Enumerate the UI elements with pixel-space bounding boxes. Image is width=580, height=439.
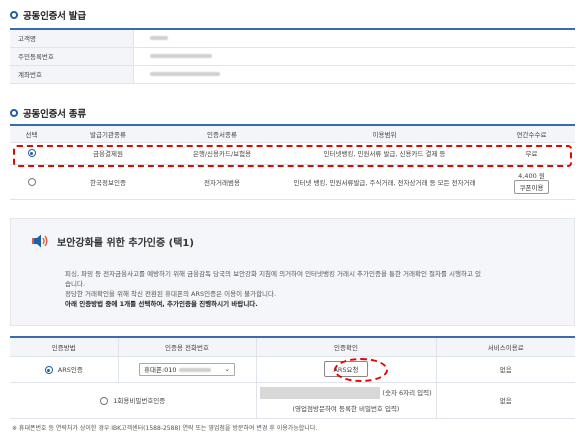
footnote: ※ 휴대폰번호 등 연락처가 상이한 경우 IBK고객센터(1588-2588)… <box>12 425 318 432</box>
table-header-row: 인증방법 인증용 전화번호 인증확인 서비스이용료 <box>10 337 575 357</box>
col-agency: 발급기관종류 <box>53 125 163 143</box>
ars-request-button[interactable]: ARS요청 <box>324 361 368 377</box>
col-service-fee: 서비스이용료 <box>436 337 575 357</box>
fee-cell: 무료 <box>488 142 575 165</box>
phone-select-value: 휴대폰:010 <box>144 364 211 374</box>
customer-name-value <box>133 29 575 48</box>
ars-radio[interactable] <box>44 366 53 374</box>
phone-select[interactable]: 휴대폰:010 ⌄ <box>139 362 235 376</box>
fee-amount: 4,400 원 <box>518 171 545 180</box>
issue-section-title: 공동인증서 발급 <box>10 8 86 22</box>
otp-fee-cell: 없음 <box>436 382 575 419</box>
col-cert-type: 인증서종류 <box>163 125 281 143</box>
table-row: 계좌번호 <box>10 65 575 84</box>
scope-cell: 인터넷뱅킹, 민원서류 발급, 신용카드 결제 등 <box>281 142 488 165</box>
masked-value <box>149 54 212 58</box>
table-row: ARS인증 휴대폰:010 ⌄ ARS요청 없음 <box>10 356 575 383</box>
bullet-icon <box>10 109 18 117</box>
agency-cell: 한국정보인증 <box>53 164 163 200</box>
cert-section-title: 공동인증서 종류 <box>10 106 86 120</box>
resident-number-label: 주민등록번호 <box>10 47 134 66</box>
cert-type-table: 선택 발급기관종류 인증서종류 이용범위 연간수수료 금융결제원 은행/신용카드… <box>10 124 575 200</box>
customer-name-label: 고객명 <box>10 29 134 48</box>
otp-method-cell[interactable]: 1회용비밀번호인증 <box>10 382 257 419</box>
cert-type-cell: 은행/신용카드/보험용 <box>163 142 281 165</box>
table-header-row: 선택 발급기관종류 인증서종류 이용범위 연간수수료 <box>10 125 575 143</box>
table-row: 1회용비밀번호인증 (숫자 6자리 입력) (영업점방문하여 등록한 비밀번호 … <box>10 382 575 419</box>
kica-radio[interactable] <box>27 177 36 186</box>
additional-auth-title: 보안강화를 위한 추가인증 (택1) <box>29 233 194 249</box>
masked-value <box>149 72 220 76</box>
col-scope: 이용범위 <box>281 125 488 143</box>
otp-hint: (숫자 6자리 입력) <box>382 389 432 397</box>
account-number-label: 계좌번호 <box>10 65 134 84</box>
customer-info-table: 고객명 주민등록번호 계좌번호 <box>10 28 575 84</box>
col-fee: 연간수수료 <box>488 125 575 143</box>
col-confirm: 인증확인 <box>256 337 437 357</box>
otp-hint-2: (영업점방문하여 등록한 비밀번호 입력) <box>292 405 400 413</box>
table-row: 주민등록번호 <box>10 47 575 66</box>
phone-cell: 휴대폰:010 ⌄ <box>118 356 257 383</box>
table-row[interactable]: 금융결제원 은행/신용카드/보험용 인터넷뱅킹, 민원서류 발급, 신용카드 결… <box>10 142 575 165</box>
table-row: 고객명 <box>10 29 575 48</box>
kftc-radio[interactable] <box>27 149 36 157</box>
additional-auth-box: 보안강화를 위한 추가인증 (택1) 피싱, 파밍 등 전자금융사고를 예방하기… <box>10 218 575 326</box>
resident-number-value <box>133 47 575 66</box>
speaker-icon <box>32 234 48 248</box>
otp-radio[interactable] <box>100 397 109 405</box>
additional-auth-description: 피싱, 파밍 등 전자금융사고를 예방하기 위해 금융감독 당국의 보안강화 지… <box>65 270 481 308</box>
chevron-down-icon: ⌄ <box>224 365 230 373</box>
cert-type-cell: 전자거래범용 <box>163 164 281 200</box>
account-number-value <box>133 65 575 84</box>
masked-value <box>149 36 168 41</box>
auth-method-table: 인증방법 인증용 전화번호 인증확인 서비스이용료 ARS인증 휴대폰:010 … <box>10 336 575 419</box>
otp-password-input[interactable] <box>260 387 381 399</box>
ars-label: ARS인증 <box>57 366 83 374</box>
ars-method-cell[interactable]: ARS인증 <box>10 356 119 383</box>
ars-fee-cell: 없음 <box>436 356 575 383</box>
coupon-button[interactable]: 쿠폰이용 <box>513 179 550 194</box>
otp-label: 1회용비밀번호인증 <box>113 397 166 405</box>
table-row[interactable]: 한국정보인증 전자거래범용 인터넷 뱅킹, 민원서류발급, 주식거래, 전자상거… <box>10 164 575 200</box>
fee-cell: 4,400 원 쿠폰이용 <box>488 164 575 200</box>
col-method: 인증방법 <box>10 337 119 357</box>
agency-cell: 금융결제원 <box>53 142 163 165</box>
col-phone: 인증용 전화번호 <box>118 337 257 357</box>
bullet-icon <box>10 11 18 19</box>
col-select: 선택 <box>10 125 53 143</box>
ars-confirm-cell: ARS요청 <box>256 356 437 383</box>
otp-input-cell: (숫자 6자리 입력) (영업점방문하여 등록한 비밀번호 입력) <box>256 382 437 419</box>
scope-cell: 인터넷 뱅킹, 민원서류발급, 주식거래, 전자상거래 등 모든 전자거래 <box>281 164 488 200</box>
